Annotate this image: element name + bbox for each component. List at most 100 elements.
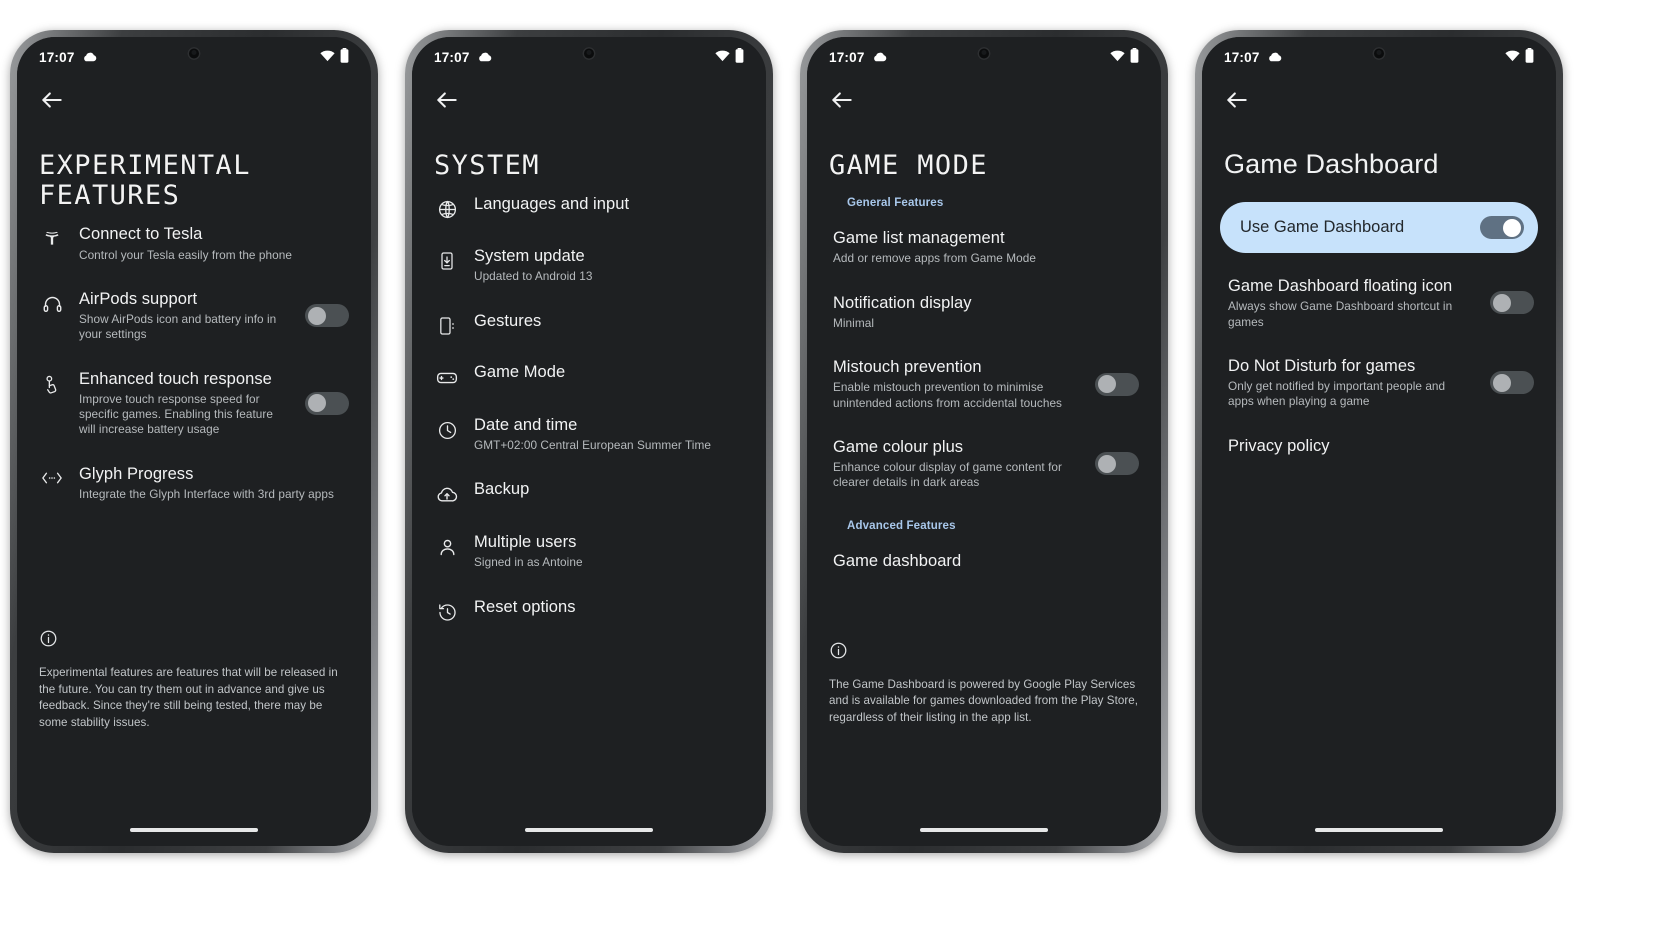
front-camera-punch-hole	[1372, 47, 1386, 60]
list-item[interactable]: Backup	[430, 466, 748, 519]
status-bar-clock: 17:07	[39, 49, 75, 65]
phone-bezel: 17:07 EXPERIMENTAL FEATURES Connect to Tes…	[17, 37, 371, 846]
page-title: EXPERIMENTAL FEATURES	[17, 123, 371, 212]
settings-list: General Features Game list management Add …	[807, 181, 1161, 584]
list-item-title: Notification display	[833, 293, 972, 312]
toggle-switch[interactable]	[305, 391, 349, 415]
page-title: GAME MODE	[807, 123, 1161, 182]
phone-game-mode: 17:07 GAME MODE General Features Game list …	[800, 30, 1168, 853]
home-indicator[interactable]	[920, 828, 1048, 832]
status-bar-clock: 17:07	[434, 49, 470, 65]
back-arrow-icon[interactable]	[1224, 87, 1250, 113]
list-item[interactable]: Glyph Progress Integrate the Glyph Interf…	[35, 451, 353, 515]
tesla-icon	[39, 229, 65, 249]
list-item[interactable]: Game Dashboard floating icon Always show …	[1220, 263, 1538, 343]
list-item[interactable]: AirPods support Show AirPods icon and bat…	[35, 276, 353, 356]
navigation-bar	[807, 77, 1161, 123]
list-item[interactable]: Connect to Tesla Control your Tesla easil…	[35, 211, 353, 275]
list-item-body: Mistouch prevention Enable mistouch preve…	[833, 357, 1073, 411]
cloud-icon	[477, 50, 492, 65]
toggle-knob	[1493, 373, 1511, 392]
list-item-body: Game dashboard	[833, 551, 1139, 571]
toggle-switch[interactable]	[1480, 216, 1524, 240]
screenshot-canvas: 17:07 EXPERIMENTAL FEATURES Connect to Tes…	[0, 0, 1680, 945]
footer-text: Experimental features are features that …	[39, 666, 338, 729]
status-bar-right	[1505, 48, 1534, 66]
list-item-title: Game dashboard	[833, 551, 962, 570]
headphones-icon	[39, 294, 65, 315]
status-bar: 17:07	[1202, 37, 1556, 77]
status-bar-left: 17:07	[39, 50, 97, 65]
battery-icon	[735, 48, 744, 66]
list-item[interactable]: Multiple users Signed in as Antoine	[430, 519, 748, 583]
settings-list: Languages and input System update Updated …	[412, 181, 766, 635]
toggle-knob	[308, 306, 326, 325]
wifi-icon	[1110, 50, 1125, 65]
footer-text: The Game Dashboard is powered by Google …	[829, 677, 1139, 724]
status-bar-left: 17:07	[829, 50, 887, 65]
toggle-switch[interactable]	[1095, 372, 1139, 396]
list-item[interactable]: Game list management Add or remove apps f…	[825, 215, 1143, 279]
list-item-subtitle: Updated to Android 13	[474, 269, 593, 284]
list-item[interactable]: Game dashboard	[825, 538, 1143, 584]
home-indicator[interactable]	[525, 828, 653, 832]
page-title: SYSTEM	[412, 123, 766, 182]
toggle-switch[interactable]	[1490, 291, 1534, 315]
history-icon	[434, 602, 460, 623]
list-item[interactable]: Gestures	[430, 298, 748, 349]
phone-bezel: 17:07 SYSTEM Languages and input System upd…	[412, 37, 766, 846]
list-item-body: Glyph Progress Integrate the Glyph Interf…	[79, 464, 349, 502]
status-bar-left: 17:07	[434, 50, 492, 65]
settings-list: Connect to Tesla Control your Tesla easil…	[17, 211, 371, 515]
list-item-body: Languages and input	[474, 194, 744, 214]
list-item-title: Do Not Disturb for games	[1228, 356, 1416, 375]
use-game-dashboard-row[interactable]: Use Game Dashboard	[1220, 202, 1538, 254]
list-item[interactable]: Reset options	[430, 584, 748, 636]
list-item[interactable]: Game colour plus Enhance colour display o…	[825, 424, 1143, 504]
phone-screen: 17:07 Game Dashboard Use Game Dashboard Gam…	[1202, 37, 1556, 846]
list-item[interactable]: Enhanced touch response Improve touch res…	[35, 356, 353, 451]
list-item-body: Date and time GMT+02:00 Central European …	[474, 415, 744, 453]
cloud-icon	[82, 50, 97, 65]
use-game-dashboard-label: Use Game Dashboard	[1240, 218, 1405, 237]
cloud-upload-icon	[434, 484, 460, 506]
list-item[interactable]: Game Mode	[430, 349, 748, 402]
list-item-title: Game Mode	[474, 362, 566, 381]
list-item[interactable]: Privacy policy	[1220, 423, 1538, 469]
list-item-title: Gestures	[474, 311, 542, 330]
toggle-switch[interactable]	[1490, 371, 1534, 395]
toggle-switch[interactable]	[305, 304, 349, 328]
status-bar: 17:07	[17, 37, 371, 77]
list-item-body: Gestures	[474, 311, 744, 331]
home-indicator[interactable]	[1315, 828, 1443, 832]
list-item[interactable]: Languages and input	[430, 181, 748, 233]
list-item[interactable]: System update Updated to Android 13	[430, 233, 748, 297]
list-item-subtitle: Only get notified by important people an…	[1228, 378, 1446, 409]
back-arrow-icon[interactable]	[434, 87, 460, 113]
status-bar-clock: 17:07	[829, 49, 865, 65]
back-arrow-icon[interactable]	[829, 87, 855, 113]
back-arrow-icon[interactable]	[39, 87, 65, 113]
list-item-title: System update	[474, 247, 585, 266]
list-item[interactable]: Notification display Minimal	[825, 280, 1143, 344]
toggle-switch[interactable]	[1095, 452, 1139, 476]
wifi-icon	[715, 50, 730, 65]
front-camera-punch-hole	[582, 47, 596, 60]
status-bar-right	[715, 48, 744, 66]
phone-bezel: 17:07 GAME MODE General Features Game list …	[807, 37, 1161, 846]
list-item[interactable]: Mistouch prevention Enable mistouch preve…	[825, 344, 1143, 424]
battery-icon	[1130, 48, 1139, 66]
list-item-subtitle: Minimal	[833, 315, 874, 330]
list-item[interactable]: Do Not Disturb for games Only get notifie…	[1220, 343, 1538, 423]
gamepad-icon	[434, 367, 460, 389]
list-item-title: Game list management	[833, 229, 1005, 248]
phone-screen: 17:07 EXPERIMENTAL FEATURES Connect to Tes…	[17, 37, 371, 846]
list-item[interactable]: Date and time GMT+02:00 Central European …	[430, 402, 748, 466]
list-item-subtitle: Add or remove apps from Game Mode	[833, 251, 1036, 266]
list-item-subtitle: Signed in as Antoine	[474, 555, 583, 570]
list-item-title: Reset options	[474, 597, 576, 616]
list-item-body: Enhanced touch response Improve touch res…	[79, 369, 283, 438]
phone-system: 17:07 SYSTEM Languages and input System upd…	[405, 30, 773, 853]
list-item-title: Glyph Progress	[79, 464, 194, 483]
home-indicator[interactable]	[130, 828, 258, 832]
